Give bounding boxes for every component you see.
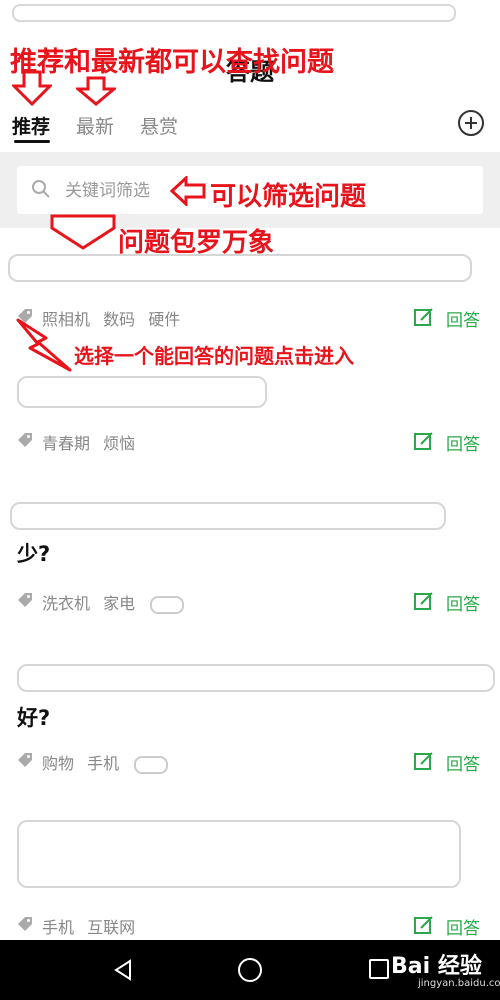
arrow-down-icon <box>50 214 116 250</box>
tab-reward[interactable]: 悬赏 <box>140 112 178 139</box>
tag-label[interactable]: 手机 <box>87 754 119 773</box>
question-item[interactable]: 青春期 烦恼 回答 <box>0 356 500 479</box>
edit-icon <box>414 432 433 450</box>
redacted-question-title <box>17 376 267 408</box>
answer-label: 回答 <box>446 311 480 331</box>
tag-label[interactable]: 洗衣机 <box>42 594 90 613</box>
edit-icon <box>414 916 433 934</box>
answer-button[interactable]: 回答 <box>414 430 494 455</box>
question-item[interactable]: 少? 洗衣机 家电 回答 <box>0 478 500 641</box>
arrow-left-icon <box>170 176 206 206</box>
redacted-question-title <box>17 664 495 692</box>
question-title-tail: 少? <box>17 542 51 566</box>
tab-bar: 推荐 最新 悬赏 <box>0 102 500 153</box>
tag-icon <box>18 917 32 931</box>
search-icon <box>32 180 50 198</box>
recent-apps-icon[interactable] <box>369 959 389 979</box>
tag-icon <box>18 593 32 607</box>
redacted-status <box>12 4 456 22</box>
answer-button[interactable]: 回答 <box>414 590 494 615</box>
answer-label: 回答 <box>446 755 480 775</box>
question-tags: 手机 互联网 <box>42 914 143 938</box>
answer-button[interactable]: 回答 <box>414 914 494 939</box>
watermark-url: jingyan.baidu.com <box>418 978 500 989</box>
question-title-tail: 好? <box>17 706 51 730</box>
tag-label[interactable]: 家电 <box>103 594 135 613</box>
active-tab-indicator <box>14 140 50 143</box>
question-tags: 购物 手机 <box>42 750 176 774</box>
annotation-tabs-note: 推荐和最新都可以查找问题 <box>10 47 334 78</box>
tag-label[interactable]: 手机 <box>42 918 74 937</box>
answer-button[interactable]: 回答 <box>414 306 494 331</box>
tab-latest[interactable]: 最新 <box>76 112 114 139</box>
redacted-tag <box>134 755 169 774</box>
tag-label[interactable]: 烦恼 <box>103 434 135 453</box>
lightning-icon <box>16 318 72 372</box>
tag-label[interactable]: 硬件 <box>148 310 180 329</box>
edit-icon <box>414 308 433 326</box>
add-question-button[interactable] <box>458 110 484 136</box>
question-list: 照相机 数码 硬件 回答 青春期 烦恼 回答 少? 洗衣机 家电 回答 好? 购… <box>0 228 500 940</box>
tag-label[interactable]: 互联网 <box>87 918 135 937</box>
annotation-search-note: 可以筛选问题 <box>210 182 367 212</box>
answer-label: 回答 <box>446 919 480 939</box>
question-tags: 青春期 烦恼 <box>42 430 143 454</box>
answer-button[interactable]: 回答 <box>414 750 494 775</box>
tag-icon <box>18 433 32 447</box>
tag-label[interactable]: 青春期 <box>42 434 90 453</box>
arrow-down-icon <box>76 76 116 106</box>
system-nav-bar: Bai 经验 jingyan.baidu.com <box>0 940 500 1000</box>
redacted-tag <box>150 595 185 614</box>
question-item[interactable]: 手机 互联网 回答 <box>0 800 500 940</box>
watermark-logo: Bai 经验 <box>391 954 482 979</box>
status-bar <box>0 0 500 22</box>
home-icon[interactable] <box>238 958 262 982</box>
answer-label: 回答 <box>446 435 480 455</box>
tag-icon <box>18 753 32 767</box>
edit-icon <box>414 752 433 770</box>
answer-label: 回答 <box>446 595 480 615</box>
annotation-select-note: 选择一个能回答的问题点击进入 <box>74 344 354 368</box>
question-tags: 洗衣机 家电 <box>42 590 192 614</box>
edit-icon <box>414 592 433 610</box>
question-item[interactable]: 好? 购物 手机 回答 <box>0 640 500 801</box>
tag-label[interactable]: 数码 <box>103 310 135 329</box>
annotation-list-note: 问题包罗万象 <box>118 228 275 258</box>
tag-label[interactable]: 购物 <box>42 754 74 773</box>
arrow-down-icon <box>12 70 52 106</box>
redacted-question-title <box>10 502 446 530</box>
redacted-question-title <box>17 820 461 888</box>
tab-recommend[interactable]: 推荐 <box>12 112 50 139</box>
back-icon[interactable] <box>112 959 134 981</box>
